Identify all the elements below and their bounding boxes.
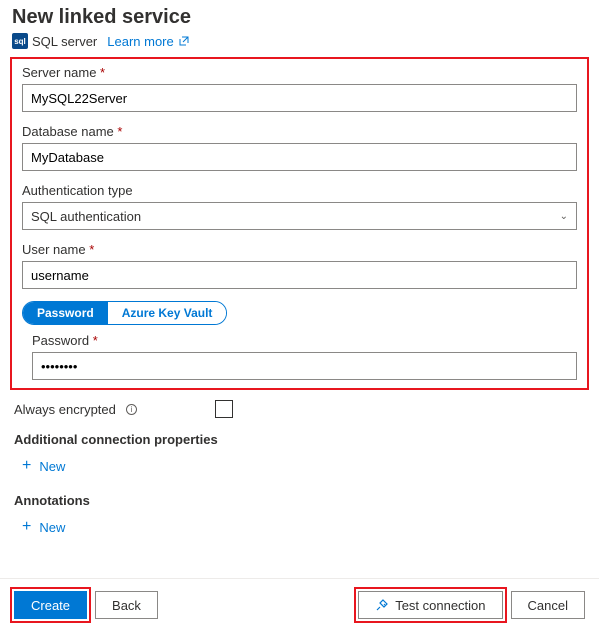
learn-more-label: Learn more [107,34,173,49]
auth-type-select[interactable]: SQL authentication ⌄ [22,202,577,230]
add-connection-property-button[interactable]: + New [14,457,65,475]
auth-type-value: SQL authentication [31,209,141,224]
user-name-input[interactable] [22,261,577,289]
chevron-down-icon: ⌄ [560,211,568,222]
cancel-button[interactable]: Cancel [511,591,585,619]
footer-bar: Create Back Test connection Cancel [0,578,599,631]
password-source-toggle: Password Azure Key Vault [22,301,227,325]
database-name-label: Database name * [22,124,577,139]
new-label: New [39,459,65,474]
additional-props-label: Additional connection properties [14,432,585,447]
always-encrypted-checkbox[interactable] [215,400,233,418]
learn-more-link[interactable]: Learn more [107,34,189,49]
create-button[interactable]: Create [14,591,87,619]
page-title: New linked service [12,6,587,29]
plus-icon: + [22,457,31,475]
new-label: New [39,520,65,535]
sql-server-icon: sql [12,33,28,49]
subtitle: SQL server [32,34,97,49]
password-tab[interactable]: Password [23,302,108,324]
test-connection-button[interactable]: Test connection [358,591,502,619]
database-name-input[interactable] [22,143,577,171]
external-link-icon [178,35,190,47]
back-button[interactable]: Back [95,591,158,619]
user-name-label: User name * [22,242,577,257]
always-encrypted-label: Always encrypted [14,402,116,417]
server-name-input[interactable] [22,84,577,112]
password-input[interactable] [32,352,577,380]
password-label: Password * [32,333,577,348]
plug-icon [375,598,389,612]
auth-type-label: Authentication type [22,183,577,198]
server-name-label: Server name * [22,65,577,80]
form-highlight-region: Server name * Database name * Authentica… [10,57,589,390]
azure-key-vault-tab[interactable]: Azure Key Vault [108,302,227,324]
test-connection-label: Test connection [395,598,485,613]
plus-icon: + [22,518,31,536]
add-annotation-button[interactable]: + New [14,518,65,536]
annotations-label: Annotations [14,493,585,508]
info-icon[interactable]: i [126,404,137,415]
